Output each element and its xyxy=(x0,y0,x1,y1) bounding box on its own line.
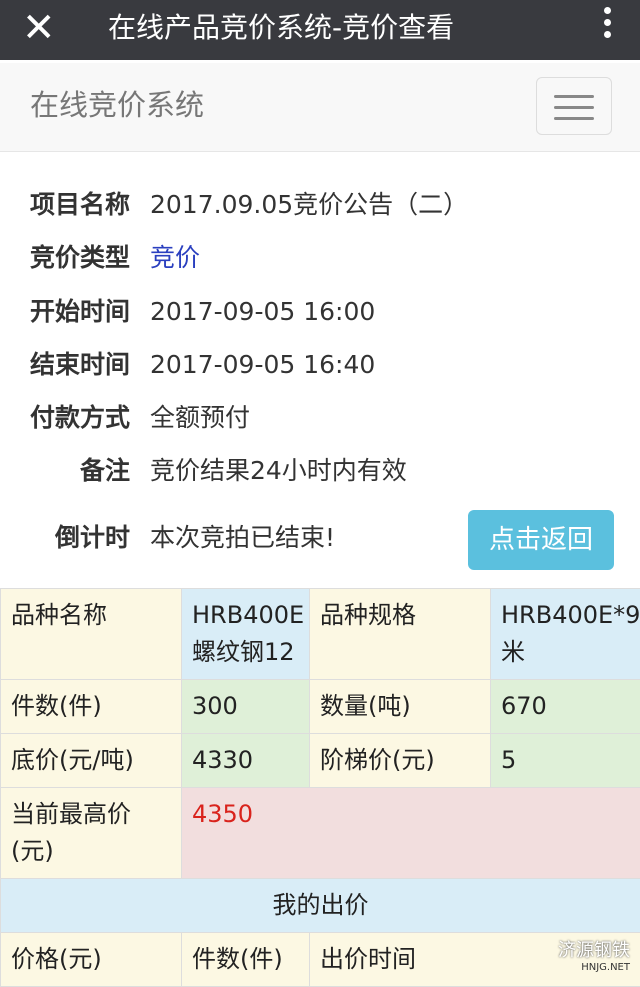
step-price-value: 5 xyxy=(491,734,640,788)
bid-details-table: 品种名称 HRB400E螺纹钢12 品种规格 HRB400E*9米 件数(件) … xyxy=(0,588,640,987)
table-row: 当前最高价(元) 4350 xyxy=(1,788,640,879)
quantity-value: 670 xyxy=(491,680,640,734)
table-row: 底价(元/吨) 4330 阶梯价(元) 5 xyxy=(1,734,640,788)
app-title-bar: ✕ 在线产品竞价系统-竞价查看 xyxy=(0,0,640,60)
info-row-type: 竞价类型 竞价 xyxy=(0,238,640,278)
site-navbar: 在线竞价系统 xyxy=(0,63,640,152)
countdown-value: 本次竞拍已结束! xyxy=(150,518,335,558)
watermark-text: 济源钢铁 xyxy=(558,940,630,961)
table-row: 我的出价 xyxy=(1,879,640,933)
info-row-end: 结束时间 2017-09-05 16:40 xyxy=(0,345,640,385)
variety-value: HRB400E螺纹钢12 xyxy=(182,589,310,680)
spec-value: HRB400E*9米 xyxy=(491,589,640,680)
countdown-label: 倒计时 xyxy=(55,518,130,558)
more-vertical-icon[interactable] xyxy=(600,2,614,52)
variety-label: 品种名称 xyxy=(1,589,182,680)
end-value: 2017-09-05 16:40 xyxy=(150,345,375,385)
start-label: 开始时间 xyxy=(30,292,130,332)
info-row-note: 备注 竞价结果24小时内有效 xyxy=(0,451,640,491)
note-label: 备注 xyxy=(80,451,130,491)
table-row: 品种名称 HRB400E螺纹钢12 品种规格 HRB400E*9米 xyxy=(1,589,640,680)
type-label: 竞价类型 xyxy=(30,238,130,278)
info-row-payment: 付款方式 全额预付 xyxy=(0,398,640,438)
table-header-row: 价格(元) 件数(件) 出价时间 xyxy=(1,933,640,987)
brand-title[interactable]: 在线竞价系统 xyxy=(30,83,204,127)
info-row-project: 项目名称 2017.09.05竞价公告（二） xyxy=(0,185,640,225)
quantity-label: 数量(吨) xyxy=(310,680,491,734)
spec-label: 品种规格 xyxy=(310,589,491,680)
col-price-header: 价格(元) xyxy=(1,933,182,987)
end-label: 结束时间 xyxy=(30,345,130,385)
watermark-sub: HNJG.NET xyxy=(558,962,630,973)
table-row: 件数(件) 300 数量(吨) 670 xyxy=(1,680,640,734)
close-icon[interactable]: ✕ xyxy=(22,6,56,50)
start-value: 2017-09-05 16:00 xyxy=(150,292,375,332)
project-value: 2017.09.05竞价公告（二） xyxy=(150,185,468,225)
back-button[interactable]: 点击返回 xyxy=(468,510,614,570)
base-price-label: 底价(元/吨) xyxy=(1,734,182,788)
type-value-link[interactable]: 竞价 xyxy=(150,238,200,278)
col-pieces-header: 件数(件) xyxy=(182,933,310,987)
window-title: 在线产品竞价系统-竞价查看 xyxy=(108,6,454,50)
note-value: 竞价结果24小时内有效 xyxy=(150,451,407,491)
highest-price-value: 4350 xyxy=(182,788,640,879)
highest-price-label: 当前最高价(元) xyxy=(1,788,182,879)
info-row-start: 开始时间 2017-09-05 16:00 xyxy=(0,292,640,332)
hamburger-icon[interactable] xyxy=(536,77,612,135)
my-bid-heading: 我的出价 xyxy=(1,879,640,933)
pieces-value: 300 xyxy=(182,680,310,734)
watermark-logo: 济源钢铁 HNJG.NET xyxy=(558,936,630,973)
step-price-label: 阶梯价(元) xyxy=(310,734,491,788)
payment-label: 付款方式 xyxy=(30,398,130,438)
project-label: 项目名称 xyxy=(30,185,130,225)
base-price-value: 4330 xyxy=(182,734,310,788)
pieces-label: 件数(件) xyxy=(1,680,182,734)
payment-value: 全额预付 xyxy=(150,398,250,438)
